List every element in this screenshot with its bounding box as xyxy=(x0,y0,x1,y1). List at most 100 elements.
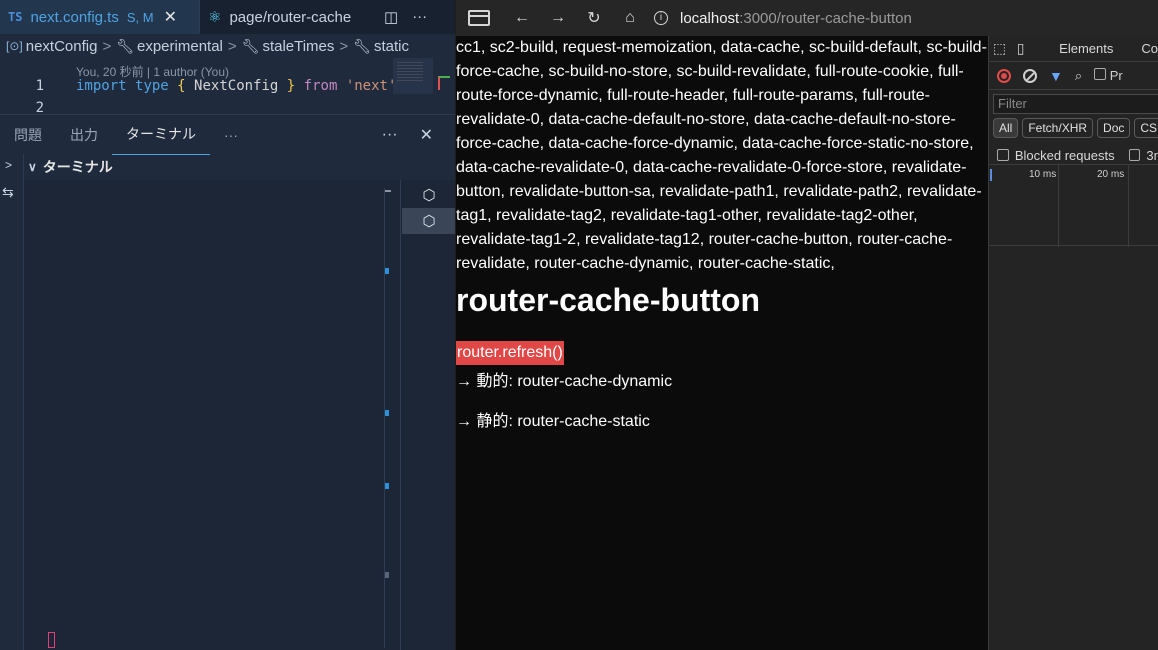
link-router-cache-dynamic[interactable]: → 動的: router-cache-dynamic xyxy=(456,367,672,391)
forward-icon[interactable]: → xyxy=(540,9,576,27)
breadcrumb-item[interactable]: experimental xyxy=(137,38,223,55)
filter-input[interactable]: Filter xyxy=(993,94,1158,114)
vscode-window: TS next.config.ts S, M ✕ ⚛ page/router-c… xyxy=(0,0,455,650)
home-icon[interactable]: ⌂ xyxy=(612,9,648,27)
devtools-panel: ⬚ ▯ Elements Co ▼ ⌕ Pr Filter All Fetch/… xyxy=(988,36,1158,650)
timeline-gridline xyxy=(1058,165,1059,247)
panel-close-icon[interactable]: ✕ xyxy=(420,125,433,145)
brace: } xyxy=(286,78,296,94)
variable-icon: [⊙] xyxy=(6,39,23,53)
link-router-cache-static[interactable]: → 静的: router-cache-static xyxy=(456,407,650,431)
terminal-instance-icon-selected[interactable]: ⬡ xyxy=(402,208,455,234)
devtools-tab-bar: ⬚ ▯ Elements Co xyxy=(989,36,1158,62)
code-line-2[interactable]: 2 xyxy=(0,100,76,114)
third-party-checkbox[interactable] xyxy=(1128,149,1141,161)
string-literal: 'next' xyxy=(345,78,397,94)
tab-output[interactable]: 出力 xyxy=(56,115,112,155)
page-title: router-cache-button xyxy=(456,282,760,318)
chevron-right-icon: > xyxy=(102,37,112,55)
address-bar[interactable]: i localhost:3000/router-cache-button xyxy=(654,10,912,27)
back-icon[interactable]: ← xyxy=(504,9,540,27)
tab-status: S, M xyxy=(126,9,154,25)
breadcrumb-item[interactable]: static xyxy=(374,38,409,55)
timeline-marker xyxy=(990,169,992,181)
type-name: NextConfig xyxy=(194,78,279,94)
panel-left-rail: > ⇆ xyxy=(0,154,24,650)
preserve-log-checkbox[interactable]: Pr xyxy=(1094,68,1123,83)
router-refresh-button[interactable]: router.refresh() xyxy=(456,341,564,365)
reload-icon[interactable]: ↻ xyxy=(576,8,612,28)
more-actions-icon[interactable]: ··· xyxy=(412,8,427,26)
tab-label: next.config.ts xyxy=(30,8,119,26)
url-host: localhost xyxy=(680,9,740,27)
sidebar-toggle-icon[interactable] xyxy=(468,10,490,26)
browser-toolbar: ← → ↻ ⌂ i localhost:3000/router-cache-bu… xyxy=(456,0,1158,36)
wrench-icon: 🔧︎ xyxy=(353,37,371,54)
wrench-icon: 🔧︎ xyxy=(241,37,260,54)
terminal-section-header[interactable]: ∨ ターミナル xyxy=(0,154,455,180)
chevron-right-icon: > xyxy=(227,37,237,55)
third-party-label: 3r xyxy=(1146,147,1158,163)
type-doc[interactable]: Doc xyxy=(1097,118,1131,138)
brace: { xyxy=(177,78,186,94)
line-number: 2 xyxy=(35,100,44,114)
terminal-cursor xyxy=(48,632,55,648)
browser-window: ← → ↻ ⌂ i localhost:3000/router-cache-bu… xyxy=(456,0,1158,650)
blocked-requests-row: Blocked requests 3r xyxy=(989,144,1158,166)
diff-gutter-marker xyxy=(438,76,450,90)
keyword-import: import xyxy=(76,78,127,94)
tab-page-router-cache[interactable]: ⚛ page/router-cache xyxy=(200,0,378,34)
tab-console[interactable]: Co xyxy=(1141,41,1158,56)
clear-icon[interactable] xyxy=(1023,68,1037,83)
record-icon[interactable] xyxy=(997,68,1011,83)
scroll-marker xyxy=(385,410,389,416)
tab-problems[interactable]: 問題 xyxy=(0,115,56,155)
line-number: 1 xyxy=(35,78,44,94)
type-all[interactable]: All xyxy=(993,118,1019,138)
search-icon[interactable]: ⌕ xyxy=(1075,68,1082,84)
keyword-type: type xyxy=(135,78,169,94)
terminal-output[interactable] xyxy=(24,180,400,650)
minimap[interactable] xyxy=(393,58,433,94)
code-editor[interactable]: You, 20 秒前 | 1 author (You) 1 import type… xyxy=(0,58,455,114)
type-css[interactable]: CS xyxy=(1134,118,1158,138)
tab-elements[interactable]: Elements xyxy=(1059,41,1113,56)
wrench-icon: 🔧︎ xyxy=(116,37,134,54)
scroll-top-marker xyxy=(385,190,391,192)
react-icon: ⚛ xyxy=(208,9,222,26)
tab-next-config[interactable]: TS next.config.ts S, M ✕ xyxy=(0,0,200,34)
device-toolbar-icon[interactable]: ▯ xyxy=(1010,40,1031,57)
terminal-list: ⬡ ⬡ xyxy=(400,180,455,650)
resource-type-filters: All Fetch/XHR Doc CS xyxy=(989,118,1158,138)
breadcrumb-item[interactable]: staleTimes xyxy=(262,38,334,55)
ports-icon[interactable]: ⇆ xyxy=(2,184,14,201)
blocked-requests-checkbox[interactable] xyxy=(997,149,1009,161)
tab-label: page/router-cache xyxy=(229,8,352,26)
tab-terminal[interactable]: ターミナル xyxy=(112,115,210,155)
url-path: :3000/router-cache-button xyxy=(739,9,912,27)
scroll-marker xyxy=(385,572,389,578)
panel-more-icon[interactable]: ··· xyxy=(382,126,398,144)
terminal-instance-icon[interactable]: ⬡ xyxy=(402,182,455,208)
split-editor-icon[interactable]: ◫ xyxy=(384,8,398,26)
breadcrumb-item[interactable]: nextConfig xyxy=(26,38,98,55)
editor-tab-bar: TS next.config.ts S, M ✕ ⚛ page/router-c… xyxy=(0,0,455,34)
breadcrumb: [⊙] nextConfig > 🔧︎ experimental > 🔧︎ st… xyxy=(0,34,455,58)
inspect-icon[interactable]: ⬚ xyxy=(989,40,1010,57)
editor-actions: ◫ ··· xyxy=(378,8,427,26)
terminal-header-label: ターミナル xyxy=(42,159,113,175)
keyword-from: from xyxy=(303,78,338,94)
blocked-requests-label: Blocked requests xyxy=(1014,147,1115,163)
close-icon[interactable]: ✕ xyxy=(164,7,177,27)
type-fetch-xhr[interactable]: Fetch/XHR xyxy=(1022,118,1094,138)
timeline-label-20ms: 20 ms xyxy=(1097,169,1125,180)
scroll-marker xyxy=(385,268,389,274)
site-info-icon[interactable]: i xyxy=(654,11,668,25)
more-icon[interactable]: ··· xyxy=(210,115,252,155)
route-list[interactable]: cc1, sc2-build, request-memoization, dat… xyxy=(456,36,988,276)
terminal-scrollbar[interactable] xyxy=(384,188,400,648)
code-line-1[interactable]: 1 import type { NextConfig } from 'next' xyxy=(0,78,397,98)
panel-actions: ··· ✕ xyxy=(382,115,455,155)
network-timeline[interactable]: 10 ms 20 ms xyxy=(989,164,1158,247)
filter-icon[interactable]: ▼ xyxy=(1049,68,1063,84)
